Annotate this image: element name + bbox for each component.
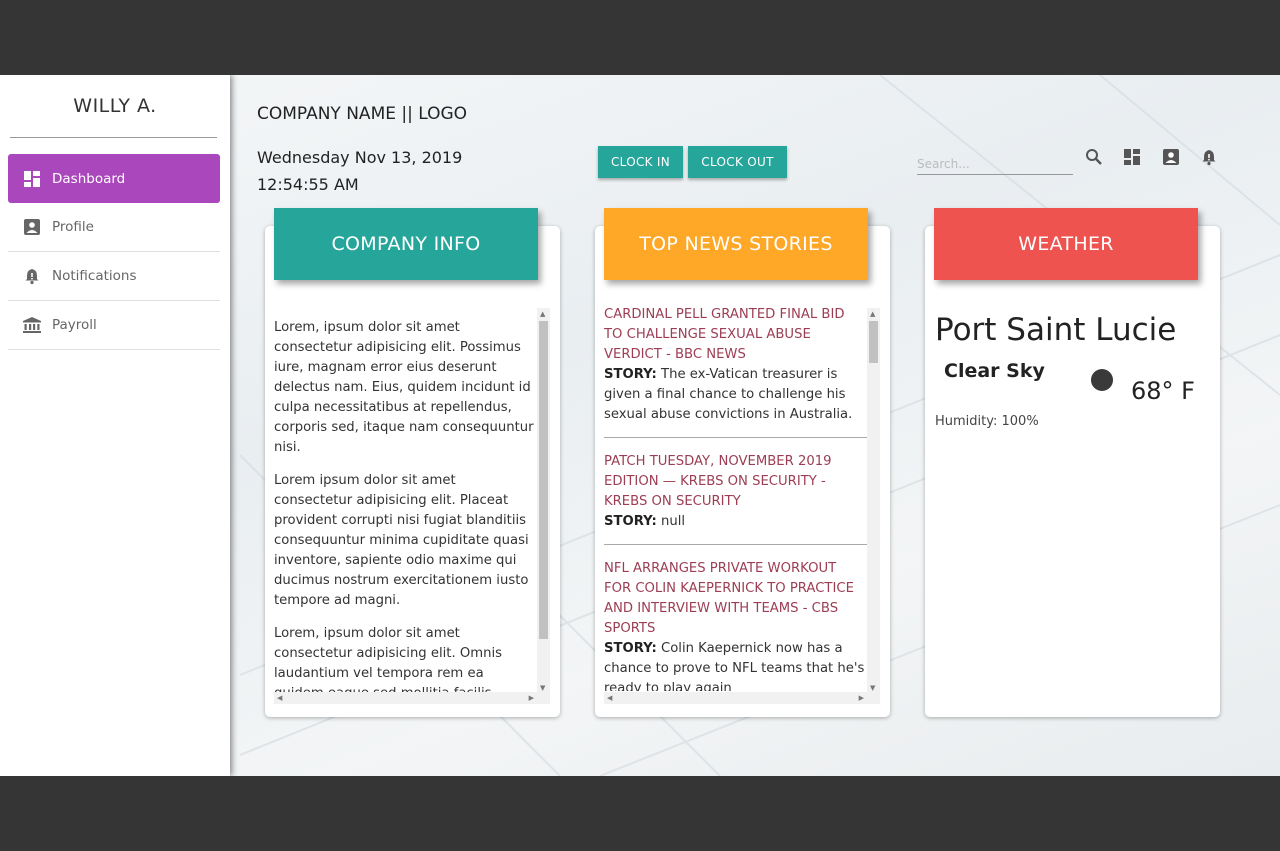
- account-box-icon[interactable]: [1160, 146, 1182, 168]
- news-card: TOP NEWS STORIES CARDINAL PELL GRANTED F…: [595, 208, 890, 717]
- horizontal-scrollbar[interactable]: ◀ ▶: [274, 692, 550, 704]
- dashboard-icon: [22, 169, 42, 189]
- sidebar-item-label: Dashboard: [52, 170, 126, 187]
- sidebar-item-label: Payroll: [52, 317, 97, 333]
- weather-card: WEATHER Port Saint Lucie Clear Sky 68° F…: [925, 208, 1220, 717]
- sidebar-item-label: Profile: [52, 219, 94, 235]
- company-paragraph: Lorem, ipsum dolor sit amet consectetur …: [274, 320, 534, 455]
- weather-humidity: Humidity: 100%: [935, 414, 1039, 429]
- sidebar-item-notifications[interactable]: Notifications: [8, 252, 220, 301]
- bell-icon: [22, 266, 42, 286]
- company-info-text: Lorem, ipsum dolor sit amet consectetur …: [274, 308, 537, 694]
- sidebar-item-payroll[interactable]: Payroll: [8, 301, 220, 350]
- story-label: STORY:: [604, 641, 657, 656]
- news-title[interactable]: PATCH TUESDAY, NOVEMBER 2019 EDITION — K…: [604, 452, 867, 512]
- search-input[interactable]: [917, 153, 1073, 175]
- company-paragraph: Lorem ipsum dolor sit amet consectetur a…: [274, 473, 529, 608]
- scrollbar-thumb[interactable]: [539, 321, 548, 639]
- weather-icon: [1091, 369, 1113, 391]
- news-item: NFL ARRANGES PRIVATE WORKOUT FOR COLIN K…: [604, 559, 867, 691]
- search-icon[interactable]: [1083, 146, 1105, 168]
- user-name: WILLY A.: [73, 95, 157, 117]
- news-scroll: CARDINAL PELL GRANTED FINAL BID TO CHALL…: [604, 308, 880, 704]
- news-item: PATCH TUESDAY, NOVEMBER 2019 EDITION — K…: [604, 452, 867, 545]
- app-window: WILLY A. Dashboard Profile Notifications: [0, 75, 1280, 776]
- news-story: STORY: null: [604, 512, 867, 532]
- company-info-scroll: Lorem, ipsum dolor sit amet consectetur …: [274, 308, 550, 704]
- sidebar-divider: [10, 137, 217, 138]
- weather-header: WEATHER: [934, 208, 1198, 280]
- company-paragraph: Lorem, ipsum dolor sit amet consectetur …: [274, 626, 502, 694]
- sidebar-item-dashboard[interactable]: Dashboard: [8, 154, 220, 203]
- bank-icon: [22, 315, 42, 335]
- dashboard-icon[interactable]: [1121, 146, 1143, 168]
- story-label: STORY:: [604, 367, 657, 382]
- story-text: null: [661, 514, 686, 529]
- sidebar-item-profile[interactable]: Profile: [8, 203, 220, 252]
- news-item: CARDINAL PELL GRANTED FINAL BID TO CHALL…: [604, 308, 867, 438]
- clock-in-button[interactable]: CLOCK IN: [598, 146, 683, 178]
- account-box-icon: [22, 217, 42, 237]
- news-list: CARDINAL PELL GRANTED FINAL BID TO CHALL…: [604, 308, 867, 691]
- story-label: STORY:: [604, 514, 657, 529]
- company-name: COMPANY NAME || LOGO: [257, 104, 468, 124]
- sidebar: WILLY A. Dashboard Profile Notifications: [0, 75, 230, 776]
- scrollbar-thumb[interactable]: [869, 321, 878, 363]
- weather-condition: Clear Sky: [944, 360, 1045, 382]
- vertical-scrollbar[interactable]: ▲ ▼: [867, 308, 880, 694]
- weather-temperature: 68° F: [1131, 377, 1195, 405]
- current-time: 12:54:55 AM: [257, 175, 359, 194]
- news-header: TOP NEWS STORIES: [604, 208, 868, 280]
- current-date: Wednesday Nov 13, 2019: [257, 148, 463, 167]
- news-title[interactable]: NFL ARRANGES PRIVATE WORKOUT FOR COLIN K…: [604, 559, 867, 639]
- news-story: STORY: Colin Kaepernick now has a chance…: [604, 639, 867, 691]
- weather-city: Port Saint Lucie: [935, 312, 1177, 348]
- horizontal-scrollbar[interactable]: ◀ ▶: [604, 692, 880, 704]
- sidebar-item-label: Notifications: [52, 268, 137, 284]
- company-info-card: COMPANY INFO Lorem, ipsum dolor sit amet…: [265, 208, 560, 717]
- clock-out-button[interactable]: CLOCK OUT: [688, 146, 787, 178]
- company-info-header: COMPANY INFO: [274, 208, 538, 280]
- news-story: STORY: The ex-Vatican treasurer is given…: [604, 365, 867, 425]
- vertical-scrollbar[interactable]: ▲ ▼: [537, 308, 550, 694]
- bell-icon[interactable]: [1198, 146, 1220, 168]
- news-title[interactable]: CARDINAL PELL GRANTED FINAL BID TO CHALL…: [604, 308, 867, 365]
